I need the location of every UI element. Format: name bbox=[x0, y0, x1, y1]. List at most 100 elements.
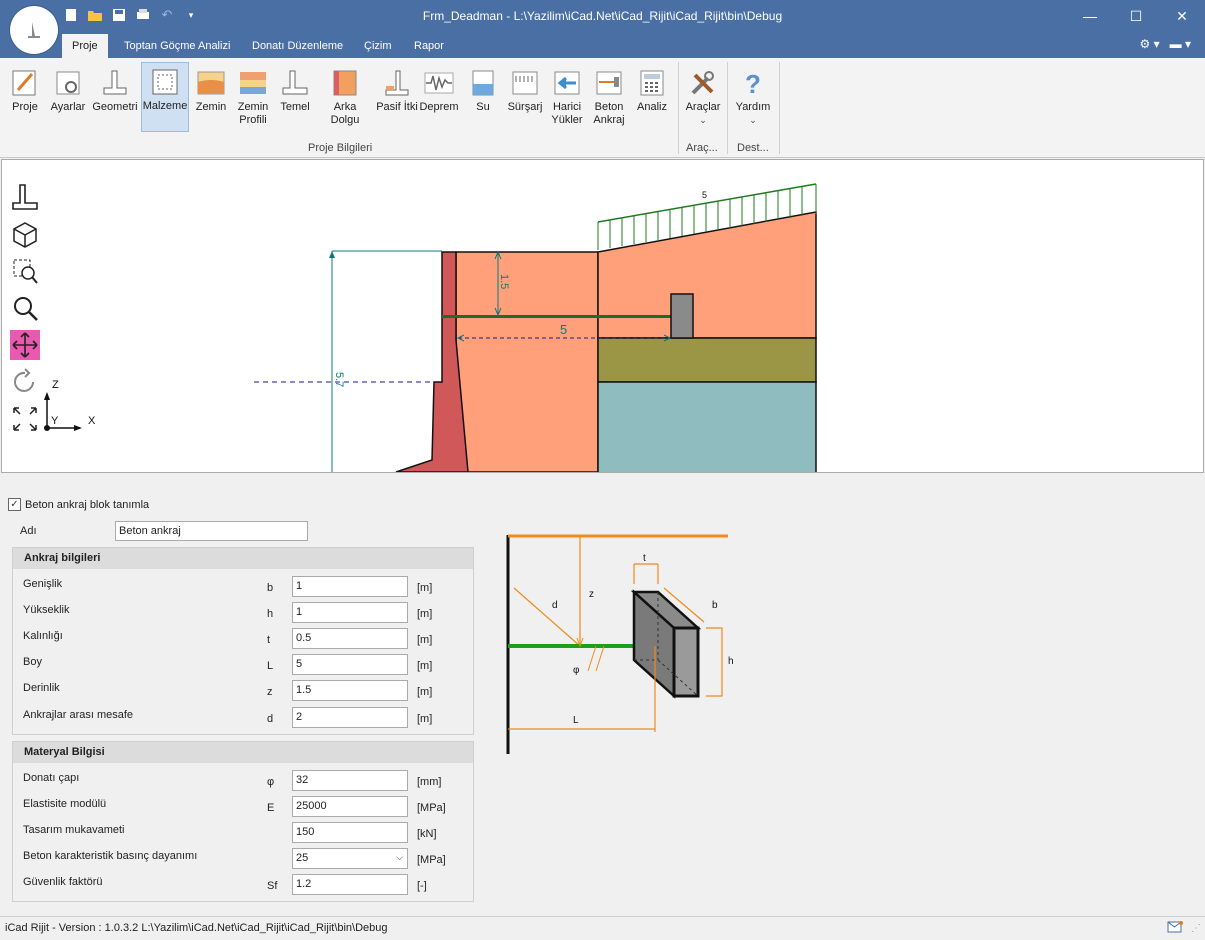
chevron-down-icon: ⌵ bbox=[396, 852, 403, 862]
ribbon-label: Zemin bbox=[195, 101, 227, 113]
depth-input[interactable]: 1.5 bbox=[292, 680, 408, 701]
minimize-button[interactable]: — bbox=[1067, 0, 1113, 32]
axis-z-label: Z bbox=[52, 379, 59, 391]
tab-proje[interactable]: Proje bbox=[62, 34, 108, 58]
group-label-proje-bilgileri: Proje Bilgileri bbox=[308, 142, 373, 154]
form-row-kalinlik: Kalınlığı t 0.5 [m] bbox=[13, 626, 473, 652]
form-row-guvenlik-faktoru: Güvenlik faktörü Sf 1.2 [-] bbox=[13, 872, 473, 898]
anchor-rod bbox=[442, 315, 672, 318]
ribbon-button-analiz[interactable]: Analiz bbox=[631, 64, 673, 114]
geometry-icon bbox=[100, 68, 130, 98]
group-label-araclar: Araç... bbox=[686, 142, 718, 154]
field-symbol: L bbox=[267, 660, 274, 672]
mail-icon[interactable] bbox=[1167, 921, 1183, 936]
ribbon-button-beton-ankraj[interactable]: Beton Ankraj bbox=[588, 64, 630, 127]
field-symbol: d bbox=[267, 713, 274, 725]
ribbon-button-sursarj[interactable]: Sürşarj bbox=[504, 64, 546, 114]
ribbon-button-deprem[interactable]: Deprem bbox=[418, 64, 460, 114]
help-icon: ? bbox=[738, 68, 768, 99]
height-input[interactable]: 1 bbox=[292, 602, 408, 623]
ribbon-label: Harici Yükler bbox=[551, 101, 583, 126]
project-icon bbox=[10, 68, 40, 98]
name-label: Adı bbox=[20, 525, 37, 537]
sketch-label-t: t bbox=[643, 553, 646, 564]
ribbon-button-zemin[interactable]: Zemin bbox=[190, 64, 232, 114]
ribbon-button-arka-dolgu[interactable]: Arka Dolgu bbox=[318, 64, 372, 127]
ribbon-label: Deprem bbox=[419, 101, 459, 113]
material-info-section: Materyal Bilgisi Donatı çapı φ 32 [mm] E… bbox=[12, 741, 474, 902]
ribbon-button-temel[interactable]: Temel bbox=[274, 64, 316, 114]
ribbon-button-su[interactable]: Su bbox=[462, 64, 504, 114]
surcharge-icon bbox=[510, 68, 540, 98]
tools-icon bbox=[688, 68, 718, 98]
close-button[interactable]: ✕ bbox=[1159, 0, 1205, 32]
maximize-button[interactable]: ☐ bbox=[1113, 0, 1159, 32]
spacing-input[interactable]: 2 bbox=[292, 707, 408, 728]
status-bar: iCad Rijit - Version : 1.0.3.2 L:\Yazili… bbox=[0, 916, 1205, 940]
tab-rapor[interactable]: Rapor bbox=[404, 34, 454, 58]
resize-grip-icon[interactable]: ⋰ bbox=[1191, 923, 1201, 934]
section-title: Ankraj bilgileri bbox=[13, 548, 473, 569]
ribbon-label: Araçlar bbox=[685, 101, 721, 113]
ribbon-button-ayarlar[interactable]: Ayarlar bbox=[47, 64, 89, 114]
field-label: Derinlik bbox=[23, 682, 60, 694]
ribbon-label: Analiz bbox=[637, 101, 667, 113]
field-symbol: Sf bbox=[267, 880, 278, 892]
ribbon-button-harici-yukler[interactable]: Harici Yükler bbox=[546, 64, 588, 127]
anchor-sketch-diagram: t b z d h φ L bbox=[506, 534, 734, 754]
field-unit: [m] bbox=[417, 608, 433, 620]
define-block-checkbox[interactable]: ✓ bbox=[8, 498, 21, 511]
name-input[interactable]: Beton ankraj bbox=[115, 521, 308, 541]
ribbon-label: Proje bbox=[12, 101, 38, 113]
ribbon-button-malzeme[interactable]: Malzeme bbox=[141, 62, 189, 132]
ribbon-button-geometri[interactable]: Geometri bbox=[92, 64, 138, 114]
field-label: Kalınlığı bbox=[23, 630, 63, 642]
define-block-checkbox-row[interactable]: ✓ Beton ankraj blok tanımla bbox=[8, 498, 149, 511]
field-unit: [kN] bbox=[417, 828, 437, 840]
chevron-down-icon: ⌄ bbox=[749, 115, 757, 125]
axis-x-label: X bbox=[88, 415, 96, 427]
foundation-icon bbox=[280, 68, 310, 98]
tab-toptan-gocme-analizi[interactable]: Toptan Göçme Analizi bbox=[114, 34, 240, 58]
define-block-label: Beton ankraj blok tanımla bbox=[25, 498, 150, 511]
width-input[interactable]: 1 bbox=[292, 576, 408, 597]
ribbon-button-pasif-itki[interactable]: Pasif İtki bbox=[376, 64, 418, 114]
elastic-modulus-input[interactable]: 25000 bbox=[292, 796, 408, 817]
app-logo[interactable] bbox=[10, 6, 58, 54]
window-title: Frm_Deadman - L:\Yazilim\iCad.Net\iCad_R… bbox=[422, 9, 783, 23]
backfill-upper-region bbox=[597, 211, 817, 339]
layout-icon[interactable]: ▬ ▾ bbox=[1170, 37, 1191, 51]
theme-icon[interactable]: ⚙ ▾ bbox=[1140, 37, 1160, 51]
ribbon-label: Zemin Profili bbox=[237, 101, 269, 126]
design-strength-input[interactable]: 150 bbox=[292, 822, 408, 843]
tab-cizim[interactable]: Çizim bbox=[354, 34, 402, 58]
sketch-label-b: b bbox=[712, 600, 718, 611]
ribbon-tab-row: Proje Toptan Göçme Analizi Donatı Düzenl… bbox=[0, 34, 1205, 58]
ribbon-button-araclar[interactable]: Araçlar ⌄ bbox=[682, 64, 724, 127]
passive-thrust-icon bbox=[382, 68, 412, 98]
field-symbol: φ bbox=[267, 776, 275, 788]
field-unit: [MPa] bbox=[417, 854, 446, 866]
thickness-input[interactable]: 0.5 bbox=[292, 628, 408, 649]
ribbon-label: Malzeme bbox=[142, 100, 188, 112]
concrete-strength-select[interactable]: 25 ⌵ bbox=[292, 848, 408, 869]
sketch-label-l: L bbox=[573, 715, 579, 726]
field-label: Yükseklik bbox=[23, 604, 70, 616]
rebar-diameter-input[interactable]: 32 bbox=[292, 770, 408, 791]
tab-donati-duzenleme[interactable]: Donatı Düzenleme bbox=[242, 34, 353, 58]
ribbon: Proje Ayarlar Geometri Malzeme Zemin Zem… bbox=[0, 58, 1205, 158]
ribbon-label: Pasif İtki bbox=[376, 101, 418, 113]
safety-factor-input[interactable]: 1.2 bbox=[292, 874, 408, 895]
field-symbol: z bbox=[267, 686, 273, 698]
ribbon-button-proje[interactable]: Proje bbox=[4, 64, 46, 114]
ribbon-label: Yardım bbox=[735, 101, 771, 113]
ribbon-divider bbox=[678, 62, 679, 154]
ribbon-label: Ayarlar bbox=[50, 101, 86, 113]
field-unit: [-] bbox=[417, 880, 427, 892]
ribbon-button-yardim[interactable]: ? Yardım ⌄ bbox=[732, 64, 774, 127]
length-input[interactable]: 5 bbox=[292, 654, 408, 675]
field-label: Genişlik bbox=[23, 578, 63, 590]
ribbon-button-zemin-profili[interactable]: Zemin Profili bbox=[232, 64, 274, 127]
drawing-canvas[interactable]: 5 5.7 1.5 5 Z Y X bbox=[1, 159, 1204, 473]
form-row-donati-capi: Donatı çapı φ 32 [mm] bbox=[13, 768, 473, 794]
